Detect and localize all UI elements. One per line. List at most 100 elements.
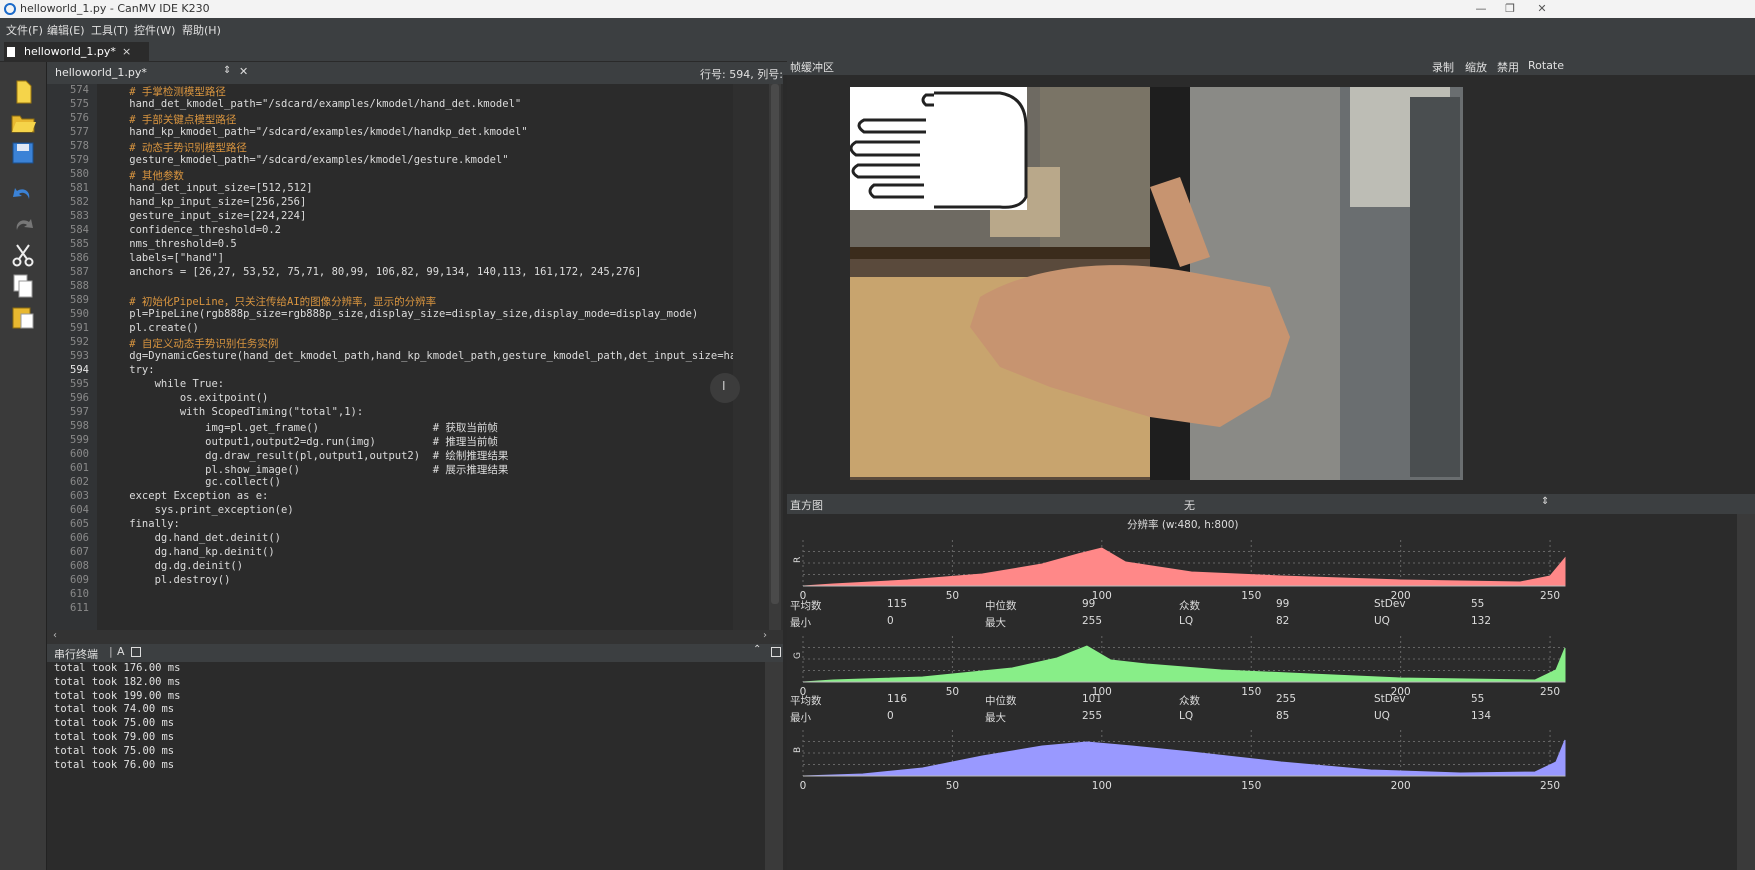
g-uq-value: 134 — [1471, 710, 1492, 722]
tab-helloworld[interactable]: helloworld_1.py* × — [4, 42, 149, 62]
histogram-title: 直方图 — [790, 499, 823, 512]
histogram-mode-select[interactable]: 无 — [1184, 497, 1195, 513]
code-line: pl.destroy() — [104, 574, 231, 586]
editor-horizontal-scrollbar[interactable]: ‹ › — [47, 630, 787, 644]
font-size-icon[interactable]: A — [117, 645, 125, 658]
rotate-button[interactable]: Rotate — [1528, 59, 1564, 72]
scroll-left-icon[interactable]: ‹ — [53, 630, 57, 641]
maximize-icon[interactable]: ❐ — [1498, 0, 1522, 18]
code-editor[interactable]: # 手掌检测模型路径 hand_det_kmodel_path="/sdcard… — [97, 84, 733, 630]
editor-file-label: helloworld_1.py* — [55, 66, 147, 79]
scroll-right-icon[interactable]: › — [763, 630, 767, 641]
code-line: gc.collect() — [104, 476, 282, 488]
code-line: dg.dg.deinit() — [104, 560, 244, 572]
line-number: 575 — [70, 98, 89, 110]
editor-vertical-scrollbar[interactable]: I — [710, 84, 787, 630]
code-line: hand_det_kmodel_path="/sdcard/examples/k… — [104, 98, 522, 110]
histogram-scrollbar[interactable] — [1737, 514, 1755, 870]
file-dropdown-icon[interactable]: ⇕ — [223, 65, 231, 76]
line-number: 590 — [70, 308, 89, 320]
menu-edit[interactable]: 编辑(E) — [47, 22, 85, 38]
collapse-icon[interactable]: ⌃ — [753, 644, 761, 655]
code-line: os.exitpoint() — [104, 392, 269, 404]
histogram-tick-label: 150 — [1241, 686, 1261, 698]
record-button[interactable]: 录制 — [1432, 59, 1454, 75]
code-line: # 手部关键点模型路径 — [104, 114, 237, 126]
line-number: 577 — [70, 126, 89, 138]
save-icon[interactable] — [9, 139, 37, 167]
line-number: 600 — [70, 448, 89, 460]
r-lq-value: 82 — [1276, 615, 1290, 627]
g-mode-value: 255 — [1276, 693, 1297, 705]
line-number: 580 — [70, 168, 89, 180]
copy-icon[interactable] — [9, 272, 37, 300]
terminal-scrollbar[interactable] — [765, 662, 783, 870]
window-title: helloworld_1.py - CanMV IDE K230 — [20, 2, 210, 15]
line-number: 604 — [70, 504, 89, 516]
text-cursor-indicator: I — [710, 373, 740, 403]
undo-icon[interactable] — [9, 179, 37, 207]
line-number: 595 — [70, 378, 89, 390]
histogram-tick-label: 0 — [800, 780, 807, 792]
menu-file[interactable]: 文件(F) — [6, 22, 43, 38]
channel-label: R — [793, 557, 803, 563]
tab-label: helloworld_1.py* — [24, 45, 116, 58]
code-line: finally: — [104, 518, 180, 530]
menu-widgets[interactable]: 控件(W) — [134, 22, 175, 38]
menu-help[interactable]: 帮助(H) — [182, 22, 221, 38]
serial-terminal[interactable]: total took 176.00 ms total took 182.00 ms… — [47, 662, 787, 870]
mode-dropdown-icon[interactable]: ⇕ — [1541, 496, 1549, 507]
r-mode-value: 99 — [1276, 598, 1290, 610]
g-lq-label: LQ — [1179, 710, 1194, 722]
disable-button[interactable]: 禁用 — [1497, 59, 1519, 75]
r-max-label: 最大 — [985, 617, 1006, 629]
close-icon[interactable]: ✕ — [1530, 0, 1554, 18]
histogram-tick-label: 150 — [1241, 780, 1261, 792]
redo-icon[interactable] — [9, 210, 37, 238]
line-number: 579 — [70, 154, 89, 166]
r-stdev-value: 55 — [1471, 598, 1485, 610]
histogram-tick-label: 50 — [946, 780, 959, 792]
terminal-line: total took 75.00 ms — [54, 717, 175, 730]
code-line: dg.hand_det.deinit() — [104, 532, 282, 544]
r-min-value: 0 — [887, 615, 894, 627]
minimize-icon[interactable]: — — [1469, 0, 1493, 18]
code-line: # 自定义动态手势识别任务实例 — [104, 338, 279, 350]
editor-header: helloworld_1.py* ⇕ ✕ 行号: 594, 列号: 9 — [47, 62, 793, 84]
code-line: output1,output2=dg.run(img) # 推理当前帧 — [104, 436, 498, 448]
g-median-value: 101 — [1082, 693, 1103, 705]
code-line: dg.hand_kp.deinit() — [104, 546, 275, 558]
terminal-line: total took 75.00 ms — [54, 744, 175, 757]
code-line: try: — [104, 364, 155, 376]
r-max-value: 255 — [1082, 615, 1103, 627]
splitter[interactable] — [783, 75, 787, 870]
channel-label: G — [793, 652, 803, 659]
terminal-header: 串行终端 | A ⌃ — [47, 644, 787, 662]
terminal-float-icon[interactable] — [771, 647, 781, 657]
histogram-panel: 直方图 无 ⇕ 分辨率 (w:480, h:800) R 0 50 100 150 200… — [787, 494, 1755, 870]
open-folder-icon[interactable] — [9, 108, 37, 136]
line-number: 583 — [70, 210, 89, 222]
editor-close-icon[interactable]: ✕ — [239, 65, 248, 78]
tab-close-icon[interactable]: × — [122, 42, 131, 62]
save-log-icon[interactable] — [131, 647, 141, 657]
line-number: 609 — [70, 574, 89, 586]
code-line: nms_threshold=0.5 — [104, 238, 237, 250]
line-number: 582 — [70, 196, 89, 208]
code-line: while True: — [104, 378, 225, 390]
g-min-value: 0 — [887, 710, 894, 722]
zoom-button[interactable]: 缩放 — [1465, 59, 1487, 75]
terminal-line: total took 79.00 ms — [54, 731, 175, 743]
title-bar: helloworld_1.py - CanMV IDE K230 — ❐ ✕ — [0, 0, 1755, 18]
r-mean-label: 平均数 — [790, 600, 822, 612]
paste-icon[interactable] — [9, 303, 37, 331]
menu-tools[interactable]: 工具(T) — [91, 22, 128, 38]
code-line: # 其他参数 — [104, 170, 184, 182]
g-mean-label: 平均数 — [790, 695, 822, 707]
cut-icon[interactable] — [9, 241, 37, 269]
g-min-label: 最小 — [790, 712, 811, 724]
terminal-divider: | — [109, 645, 113, 658]
framebuffer-header: 帧缓冲区 录制 缩放 禁用 Rotate — [787, 57, 1755, 75]
histogram-tick-label: 200 — [1391, 780, 1411, 792]
new-file-icon[interactable] — [9, 78, 37, 106]
